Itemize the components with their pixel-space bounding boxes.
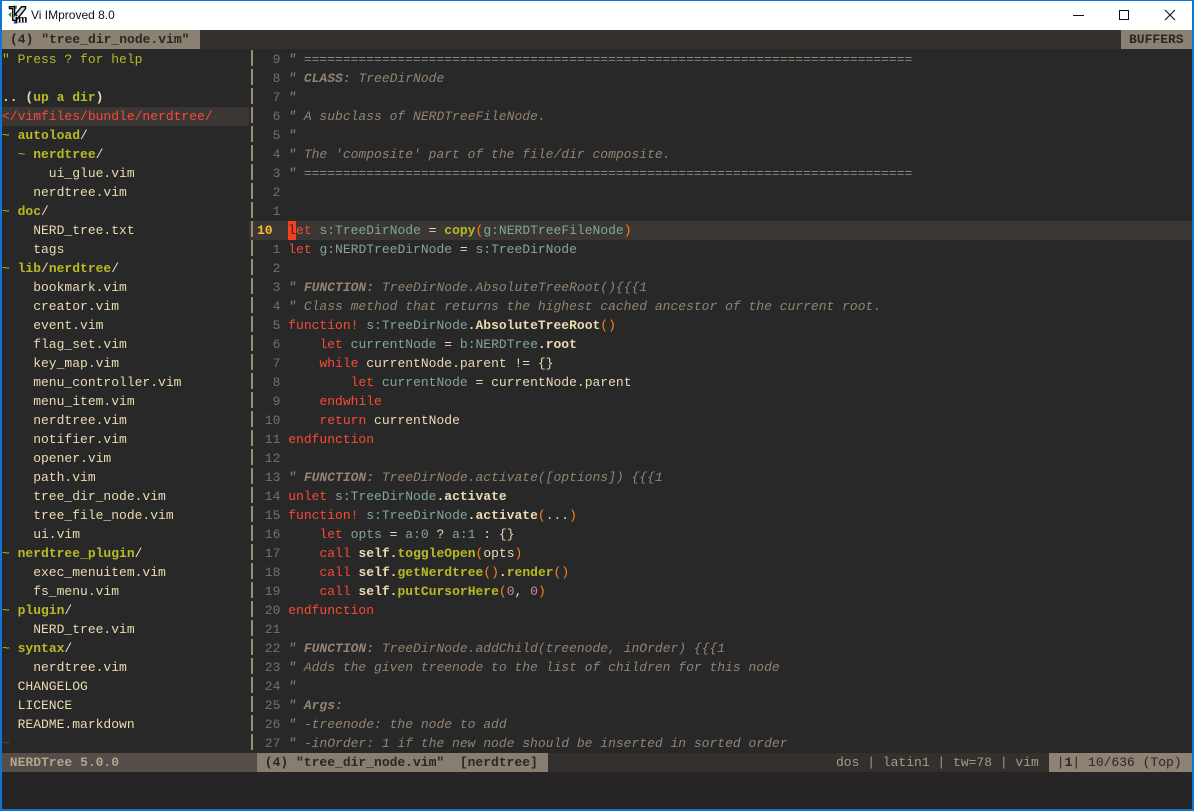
svg-text:im: im <box>15 14 27 24</box>
